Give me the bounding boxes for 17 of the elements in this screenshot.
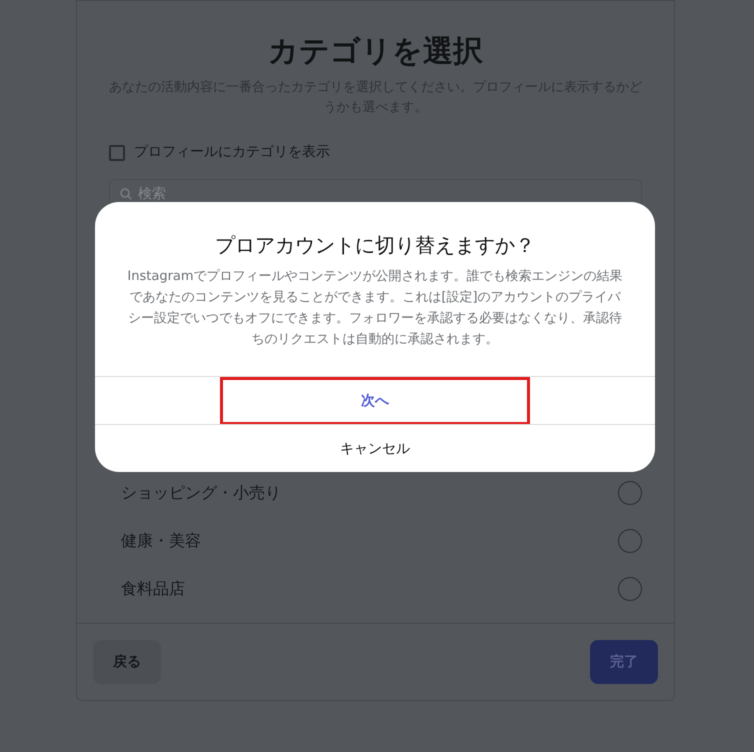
back-button[interactable]: 戻る <box>93 640 161 684</box>
next-button[interactable]: 次へ <box>220 377 530 425</box>
checkbox-label: プロフィールにカテゴリを表示 <box>134 143 330 162</box>
radio-button[interactable] <box>618 481 642 505</box>
category-label: 健康・美容 <box>121 530 201 552</box>
category-option[interactable]: 健康・美容 <box>77 517 674 565</box>
page-title: カテゴリを選択 <box>267 33 484 71</box>
search-icon <box>120 188 132 200</box>
done-button[interactable]: 完了 <box>590 640 658 684</box>
category-option[interactable]: 食料品店 <box>77 565 674 613</box>
radio-button[interactable] <box>618 529 642 553</box>
category-label: 食料品店 <box>121 578 185 600</box>
category-label: ショッピング・小売り <box>121 482 281 504</box>
dialog-message: Instagramでプロフィールやコンテンツが公開されます。誰でも検索エンジンの結果であなたのコンテンツを見ることができます。これは[設定]のアカウントのプライバシー設定でいつでもオフにできます。フォロワーを承認する必要はなくなり、承認待ちのリクエストは自動的に承認されます。 <box>126 268 624 349</box>
dialog-title: プロアカウントに切り替えますか？ <box>214 232 536 259</box>
checkbox[interactable] <box>109 144 125 160</box>
radio-button[interactable] <box>618 577 642 601</box>
